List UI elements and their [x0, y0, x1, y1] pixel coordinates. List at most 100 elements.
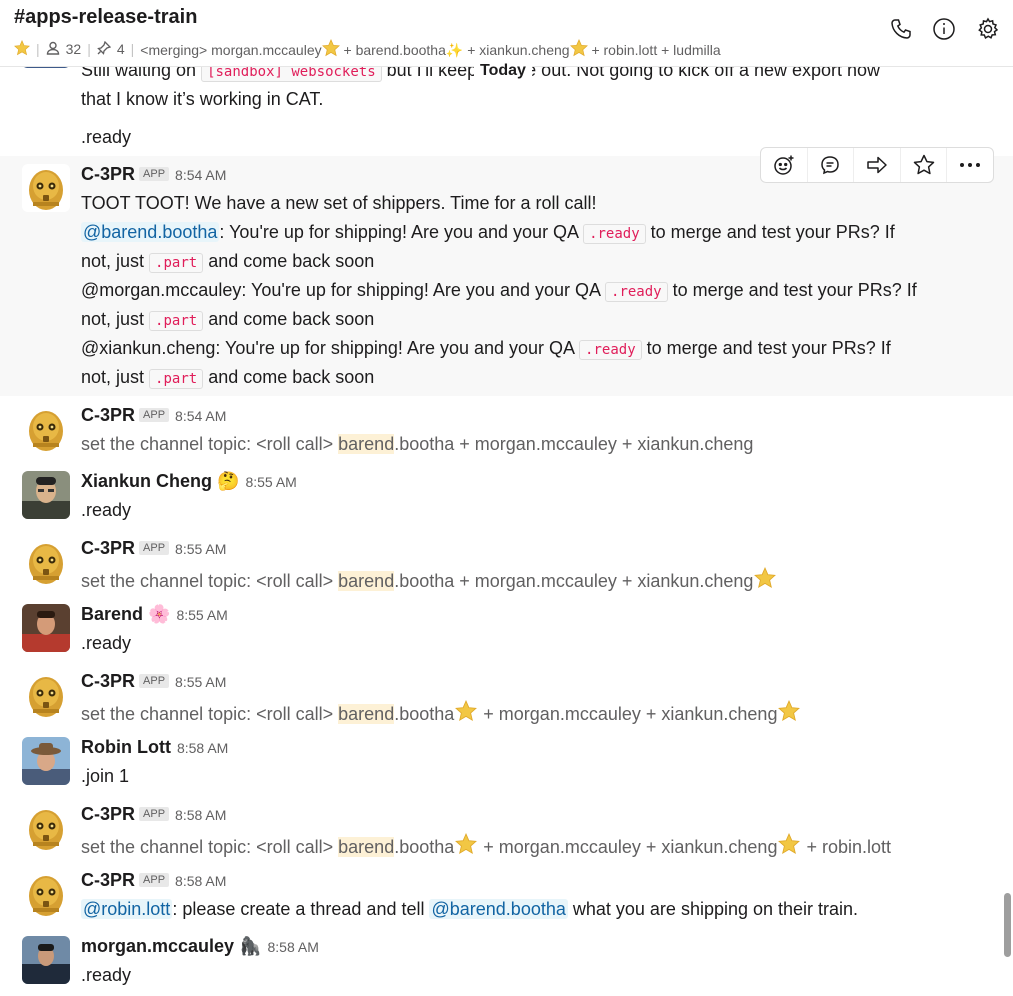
avatar[interactable] — [22, 804, 70, 852]
timestamp[interactable]: 8:58 AM — [175, 807, 226, 823]
avatar[interactable] — [22, 471, 70, 519]
avatar[interactable] — [22, 604, 70, 652]
message[interactable]: C-3PR APP 8:55 AM set the channel topic: <… — [0, 536, 1013, 598]
text-segment: .bootha + morgan.mccauley + xiankun.chen… — [394, 571, 754, 591]
user-mention[interactable]: @barend.bootha — [429, 899, 568, 919]
avatar[interactable] — [22, 671, 70, 719]
avatar[interactable] — [22, 936, 70, 984]
sender-name[interactable]: C-3PR — [81, 804, 135, 824]
status-emoji[interactable]: 🤔 — [217, 471, 239, 491]
message-text: TOOT TOOT! We have a new set of shippers… — [81, 193, 597, 213]
phone-icon[interactable] — [888, 16, 914, 42]
star-emoji-icon — [455, 700, 477, 721]
timestamp[interactable]: 8:55 AM — [245, 474, 296, 490]
timestamp[interactable]: 8:54 AM — [175, 408, 226, 424]
avatar[interactable] — [22, 870, 70, 918]
sender-name[interactable]: C-3PR — [81, 164, 135, 184]
text-segment: set the channel topic: <roll call> — [81, 434, 339, 454]
sparkles-icon: ✨ — [445, 42, 464, 58]
channel-name[interactable]: #apps-release-train — [14, 6, 197, 29]
sender-name[interactable]: C-3PR — [81, 870, 135, 890]
star-icon[interactable] — [14, 39, 30, 59]
text-segment: set the channel topic: <roll call> — [81, 837, 339, 857]
message[interactable]: C-3PR APP 8:54 AM set the channel topic: <… — [0, 403, 1013, 465]
user-mention[interactable]: @robin.lott — [81, 899, 173, 919]
timestamp[interactable]: 8:58 AM — [175, 873, 226, 889]
gear-icon[interactable] — [975, 16, 1001, 42]
message[interactable]: C-3PR APP 8:55 AM set the channel topic: <… — [0, 669, 1013, 731]
status-emoji[interactable]: 🌸 — [148, 604, 170, 624]
pin-icon[interactable] — [97, 40, 112, 58]
message-header: Xiankun Cheng 🤔 8:55 AM — [81, 471, 297, 492]
message[interactable]: Robin Lott 8:58 AM .join 1 — [0, 735, 1013, 797]
text-segment: + robin.lott — [801, 837, 892, 857]
sender-name[interactable]: C-3PR — [81, 538, 135, 558]
avatar[interactable] — [22, 538, 70, 586]
text-segment: and come back soon — [203, 367, 375, 387]
member-count[interactable]: 32 — [66, 41, 82, 57]
date-divider[interactable]: Today — [474, 61, 532, 81]
timestamp[interactable]: 8:54 AM — [175, 167, 226, 183]
text-segment: set the channel topic: <roll call> — [81, 571, 339, 591]
status-emoji[interactable]: 🦍 — [239, 936, 261, 956]
timestamp[interactable]: 8:55 AM — [175, 674, 226, 690]
user-mention[interactable]: @barend.bootha — [81, 222, 220, 242]
message[interactable]: C-3PR APP 8:54 AM TOOT TOOT! We have a new… — [0, 156, 1013, 396]
sender-name[interactable]: Xiankun Cheng — [81, 471, 212, 491]
timestamp[interactable]: 8:58 AM — [177, 740, 228, 756]
inline-code: [sandbox] websockets — [201, 66, 382, 82]
separator: | — [87, 41, 91, 57]
app-badge: APP — [139, 674, 170, 688]
text-segment: set the channel topic: <roll call> — [81, 704, 339, 724]
system-message: set the channel topic: <roll call> baren… — [81, 567, 777, 592]
topic-text: + xiankun.cheng — [467, 42, 570, 58]
sender-name[interactable]: C-3PR — [81, 671, 135, 691]
sender-name[interactable]: Robin Lott — [81, 737, 171, 757]
topic-text: + robin.lott + ludmilla — [591, 42, 721, 58]
more-icon[interactable] — [947, 148, 993, 182]
message[interactable]: Xiankun Cheng 🤔 8:55 AM .ready — [0, 469, 1013, 531]
topic-text: + barend.bootha — [343, 42, 446, 58]
keyword-highlight: barend — [338, 837, 395, 857]
info-icon[interactable] — [931, 16, 957, 42]
star-emoji-icon — [570, 39, 588, 56]
reply-thread-icon[interactable] — [808, 148, 855, 182]
inline-code: .ready — [605, 282, 668, 302]
sender-name[interactable]: morgan.mccauley — [81, 936, 234, 956]
timestamp[interactable]: 8:55 AM — [176, 607, 227, 623]
text-segment: .bootha — [394, 837, 455, 857]
save-icon[interactable] — [901, 148, 948, 182]
members-icon[interactable] — [46, 41, 60, 58]
app-badge: APP — [139, 807, 170, 821]
timestamp[interactable]: 8:58 AM — [268, 939, 319, 955]
message-text: .ready — [81, 127, 132, 147]
message[interactable]: morgan.mccauley 🦍 8:58 AM .ready — [0, 934, 1013, 996]
avatar[interactable] — [22, 737, 70, 785]
text-segment: to merge and test your PRs? If — [667, 280, 917, 300]
channel-topic[interactable]: <merging> morgan.mccauley + barend.booth… — [140, 39, 721, 59]
text-segment: not, just — [81, 367, 150, 387]
message[interactable]: Barend 🌸 8:55 AM .ready — [0, 602, 1013, 664]
text-segment: to merge and test your PRs? If — [641, 338, 891, 358]
app-badge: APP — [139, 541, 170, 555]
scrollbar[interactable] — [1004, 893, 1011, 957]
separator: | — [130, 41, 135, 57]
message-header: C-3PR APP 8:55 AM — [81, 538, 226, 559]
message-actions-toolbar — [760, 147, 994, 183]
timestamp[interactable]: 8:55 AM — [175, 541, 226, 557]
inline-code: .ready — [579, 340, 642, 360]
message[interactable]: C-3PR APP 8:58 AM set the channel topic: <… — [0, 802, 1013, 864]
pinned-count[interactable]: 4 — [117, 41, 125, 57]
share-icon[interactable] — [854, 148, 901, 182]
message[interactable]: C-3PR APP 8:58 AM @robin.lott: please crea… — [0, 868, 1013, 930]
message-text: .ready — [81, 633, 132, 653]
message-header: C-3PR APP 8:54 AM — [81, 405, 226, 426]
message-text: @barend.bootha: You're up for shipping! … — [81, 222, 895, 244]
sender-name[interactable]: Barend — [81, 604, 143, 624]
avatar[interactable] — [22, 405, 70, 453]
add-reaction-icon[interactable] — [761, 148, 808, 182]
text-segment: what you are shipping on their train. — [567, 899, 859, 919]
topic-text: <merging> morgan.mccauley — [140, 42, 322, 58]
sender-name[interactable]: C-3PR — [81, 405, 135, 425]
avatar[interactable] — [22, 164, 70, 212]
